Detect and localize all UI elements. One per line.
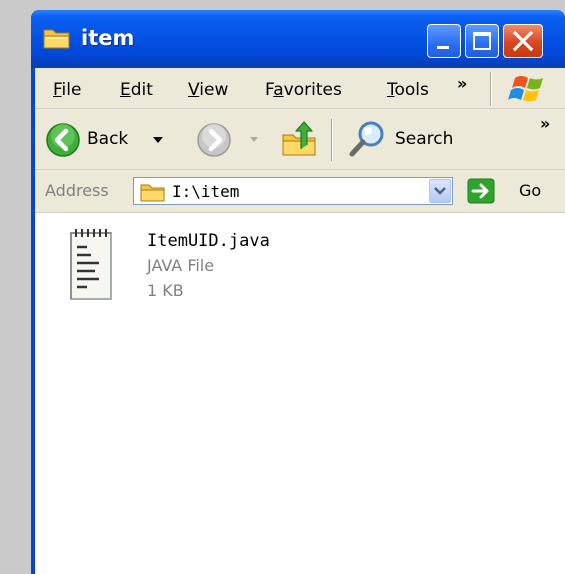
forward-arrow-icon[interactable] bbox=[196, 122, 232, 158]
menu-overflow-chevron[interactable]: » bbox=[457, 74, 467, 93]
back-dropdown-arrow-icon[interactable] bbox=[152, 135, 164, 145]
menu-favorites-pre: F bbox=[265, 80, 274, 100]
search-label[interactable]: Search bbox=[395, 129, 453, 149]
folder-icon bbox=[43, 29, 70, 49]
explorer-window: item File Edit View Favorites Tools » Ba… bbox=[31, 10, 565, 574]
address-bar: Address I:\item Go bbox=[35, 170, 565, 213]
go-arrow-icon[interactable] bbox=[467, 178, 495, 204]
forward-dropdown-arrow-icon[interactable] bbox=[249, 136, 259, 144]
maximize-icon bbox=[473, 32, 491, 50]
menu-bar: File Edit View Favorites Tools » bbox=[35, 68, 565, 109]
chevron-down-icon bbox=[434, 187, 446, 195]
menu-edit-accel: E bbox=[120, 80, 131, 100]
menu-separator bbox=[491, 72, 492, 106]
maximize-button[interactable] bbox=[465, 24, 499, 58]
minimize-icon bbox=[437, 46, 449, 49]
menu-edit[interactable]: Edit bbox=[120, 80, 153, 100]
file-name: ItemUID.java bbox=[147, 231, 270, 251]
menu-tools[interactable]: Tools bbox=[387, 80, 429, 100]
explorer-body: File Edit View Favorites Tools » Back Se… bbox=[35, 68, 565, 574]
windows-logo-icon bbox=[508, 76, 543, 102]
file-item[interactable]: ItemUID.java JAVA File 1 KB bbox=[59, 221, 359, 311]
file-size: 1 KB bbox=[147, 281, 184, 300]
back-label[interactable]: Back bbox=[87, 129, 128, 149]
up-folder-icon[interactable] bbox=[279, 119, 319, 159]
address-dropdown-button[interactable] bbox=[429, 179, 451, 203]
menu-favorites-accel: a bbox=[273, 80, 284, 100]
standard-toolbar: Back Search » bbox=[35, 109, 565, 170]
address-label: Address bbox=[45, 181, 109, 200]
address-input[interactable]: I:\item bbox=[133, 177, 453, 205]
minimize-button[interactable] bbox=[427, 24, 461, 58]
menu-favorites[interactable]: Favorites bbox=[265, 80, 342, 100]
window-title: item bbox=[81, 26, 135, 50]
search-magnifier-icon[interactable] bbox=[348, 119, 388, 159]
file-type: JAVA File bbox=[147, 256, 215, 275]
toolbar-separator bbox=[332, 119, 333, 161]
file-list-pane[interactable]: ItemUID.java JAVA File 1 KB bbox=[35, 213, 565, 574]
go-button-label[interactable]: Go bbox=[519, 181, 541, 200]
menu-file-label: ile bbox=[61, 80, 82, 100]
menu-file-accel: F bbox=[53, 80, 62, 100]
menu-view-accel: V bbox=[188, 80, 200, 100]
menu-edit-label: dit bbox=[130, 80, 153, 100]
menu-view[interactable]: View bbox=[188, 80, 228, 100]
menu-favorites-label: vorites bbox=[283, 80, 342, 100]
address-value: I:\item bbox=[172, 182, 240, 201]
folder-icon bbox=[140, 184, 165, 202]
close-icon bbox=[512, 30, 534, 52]
close-button[interactable] bbox=[503, 24, 543, 58]
toolbar-overflow-chevron[interactable]: » bbox=[540, 114, 550, 133]
title-bar[interactable]: item bbox=[31, 10, 565, 68]
menu-view-label: iew bbox=[199, 80, 229, 100]
menu-tools-accel: T bbox=[387, 80, 395, 100]
menu-file[interactable]: File bbox=[53, 80, 81, 100]
back-arrow-icon[interactable] bbox=[45, 122, 81, 158]
text-document-icon bbox=[70, 229, 112, 300]
menu-tools-label: ools bbox=[394, 80, 429, 100]
